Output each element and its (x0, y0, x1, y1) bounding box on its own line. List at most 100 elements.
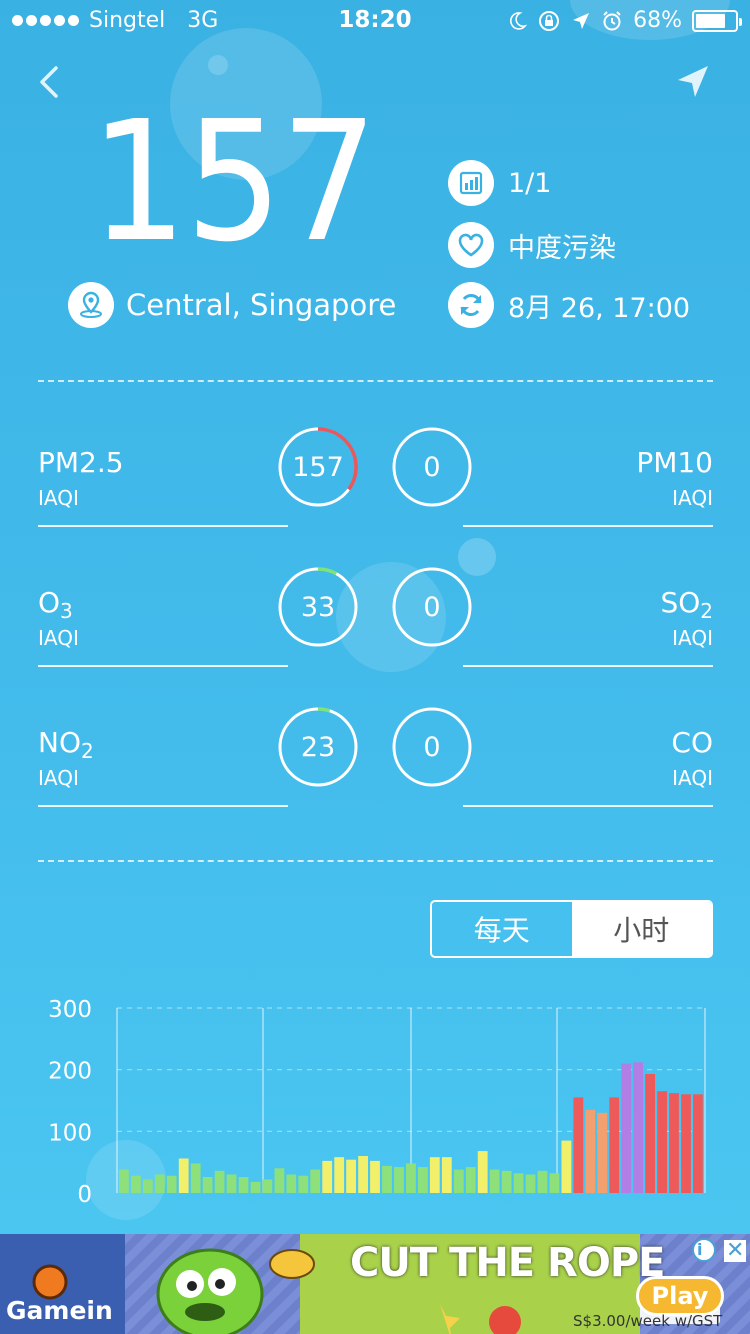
chart-bar (394, 1167, 404, 1193)
pollutant-label: PM10 (636, 446, 713, 479)
row-underline (463, 665, 713, 667)
chart-bar (166, 1175, 177, 1193)
rotation-lock-icon (539, 10, 560, 31)
pollutant-label: SO (660, 586, 701, 619)
aqi-value: 157 (90, 86, 378, 279)
toggle-hourly[interactable]: 小时 (571, 902, 711, 956)
refresh-icon (448, 282, 494, 328)
chart-bar (274, 1168, 285, 1193)
chart-bar (633, 1062, 643, 1193)
chart-bar (621, 1063, 632, 1193)
pollutant-gauge-left[interactable]: 33 (277, 566, 359, 648)
pollutant-value: 23 (300, 731, 336, 763)
chart-bar (513, 1173, 524, 1193)
chart-bar (693, 1094, 703, 1193)
chart-bar (310, 1169, 321, 1193)
pollutant-value: 0 (423, 451, 441, 483)
status-bar: Singtel 3G 18:20 68% (0, 0, 750, 40)
ad-price: S$3.00/week w/GST (573, 1312, 723, 1330)
chart-bar (477, 1151, 488, 1193)
row-underline (38, 525, 288, 527)
pollutant-subscript: 2 (700, 599, 713, 623)
pollutant-label: O (38, 586, 61, 619)
location-name: Central, Singapore (126, 288, 397, 322)
chart-bar (489, 1169, 500, 1193)
hourly-aqi-chart: 300 200 100 0 (48, 997, 706, 1208)
pollutant-gauge-right[interactable]: 0 (391, 426, 473, 508)
y-tick-label: 300 (48, 997, 92, 1023)
pollutant-caption: IAQI (38, 626, 79, 650)
pollutant-row: O3 IAQI 33 0 SO2 IAQI (38, 567, 713, 686)
chart-bar (609, 1097, 620, 1193)
pollutant-name-right: SO2 (660, 586, 713, 623)
chart-bar (298, 1175, 309, 1193)
chart-bar (418, 1167, 428, 1193)
pollutant-gauge-left[interactable]: 23 (277, 706, 359, 788)
chart-bar (262, 1179, 273, 1193)
chart-bar (286, 1174, 297, 1193)
station-index-row: 1/1 (448, 160, 551, 206)
chart-bar (681, 1094, 691, 1193)
chart-bar (453, 1169, 464, 1193)
ad-banner[interactable]: Gamein CUT THE ROPE Play S$3.00/week w/G… (0, 1234, 750, 1334)
ad-brand: Gamein (6, 1296, 113, 1325)
pollutant-name-left: O3 (38, 586, 73, 623)
chart-bar (573, 1097, 584, 1193)
pollution-level-row: 中度污染 (448, 222, 616, 268)
pollution-level: 中度污染 (508, 232, 616, 264)
pollutant-gauge-right[interactable]: 0 (391, 706, 473, 788)
chart-bar (537, 1170, 548, 1193)
pollutant-subscript: 3 (60, 599, 73, 623)
pollutant-name-left: NO2 (38, 726, 94, 763)
chart-bar (657, 1091, 667, 1193)
chart-bar (501, 1170, 512, 1193)
chart-bar (585, 1109, 596, 1194)
chart-bar (597, 1112, 608, 1193)
chart-bar (119, 1169, 129, 1193)
chart-bar (238, 1177, 249, 1193)
chart-bar (441, 1157, 452, 1193)
pollutant-name-right: CO (671, 726, 713, 759)
chart-bar (370, 1160, 380, 1193)
chart-bar (190, 1163, 201, 1193)
pollutant-gauge-left[interactable]: 157 (277, 426, 359, 508)
ad-play-button[interactable]: Play (636, 1276, 724, 1316)
divider (38, 380, 713, 382)
chart-bar (131, 1175, 141, 1193)
pollutant-value: 0 (423, 591, 441, 623)
ad-info-icon[interactable]: i (697, 1240, 702, 1259)
row-underline (463, 525, 713, 527)
chart-bar (250, 1181, 261, 1193)
chart-bar (214, 1170, 225, 1193)
toggle-daily[interactable]: 每天 (432, 902, 572, 956)
navigation-arrow-icon[interactable] (674, 62, 712, 100)
chart-bar (465, 1167, 476, 1193)
pollutant-value: 0 (423, 731, 441, 763)
chart-bar (142, 1179, 153, 1193)
alarm-icon (603, 10, 621, 30)
pollutant-caption: IAQI (672, 486, 713, 510)
chart-bar (406, 1163, 416, 1193)
pollutant-row: PM2.5 IAQI 157 0 PM10 IAQI (38, 427, 713, 546)
back-chevron-icon[interactable] (34, 64, 64, 100)
update-time-row[interactable]: 8月 26, 17:00 (448, 282, 690, 328)
location-services-icon (573, 12, 590, 29)
moon-icon (510, 11, 528, 30)
ad-close-icon[interactable]: ✕ (726, 1238, 744, 1263)
pollutant-row: NO2 IAQI 23 0 CO IAQI (38, 707, 713, 826)
background-bubble (208, 55, 228, 75)
battery-percentage: 68% (633, 8, 682, 33)
y-tick-label: 0 (77, 1182, 92, 1208)
pollutant-caption: IAQI (38, 486, 79, 510)
chart-bar (226, 1174, 237, 1193)
chart-bar (561, 1140, 572, 1193)
battery-icon (692, 9, 742, 32)
period-toggle[interactable]: 每天 小时 (430, 900, 713, 958)
location-row[interactable]: Central, Singapore (68, 282, 396, 328)
chart-bar (669, 1093, 679, 1193)
pollutant-gauge-right[interactable]: 0 (391, 566, 473, 648)
row-underline (38, 665, 288, 667)
pollutant-name-right: PM10 (636, 446, 713, 479)
pollutant-value: 157 (292, 451, 344, 483)
pollutant-label: PM2.5 (38, 446, 124, 479)
